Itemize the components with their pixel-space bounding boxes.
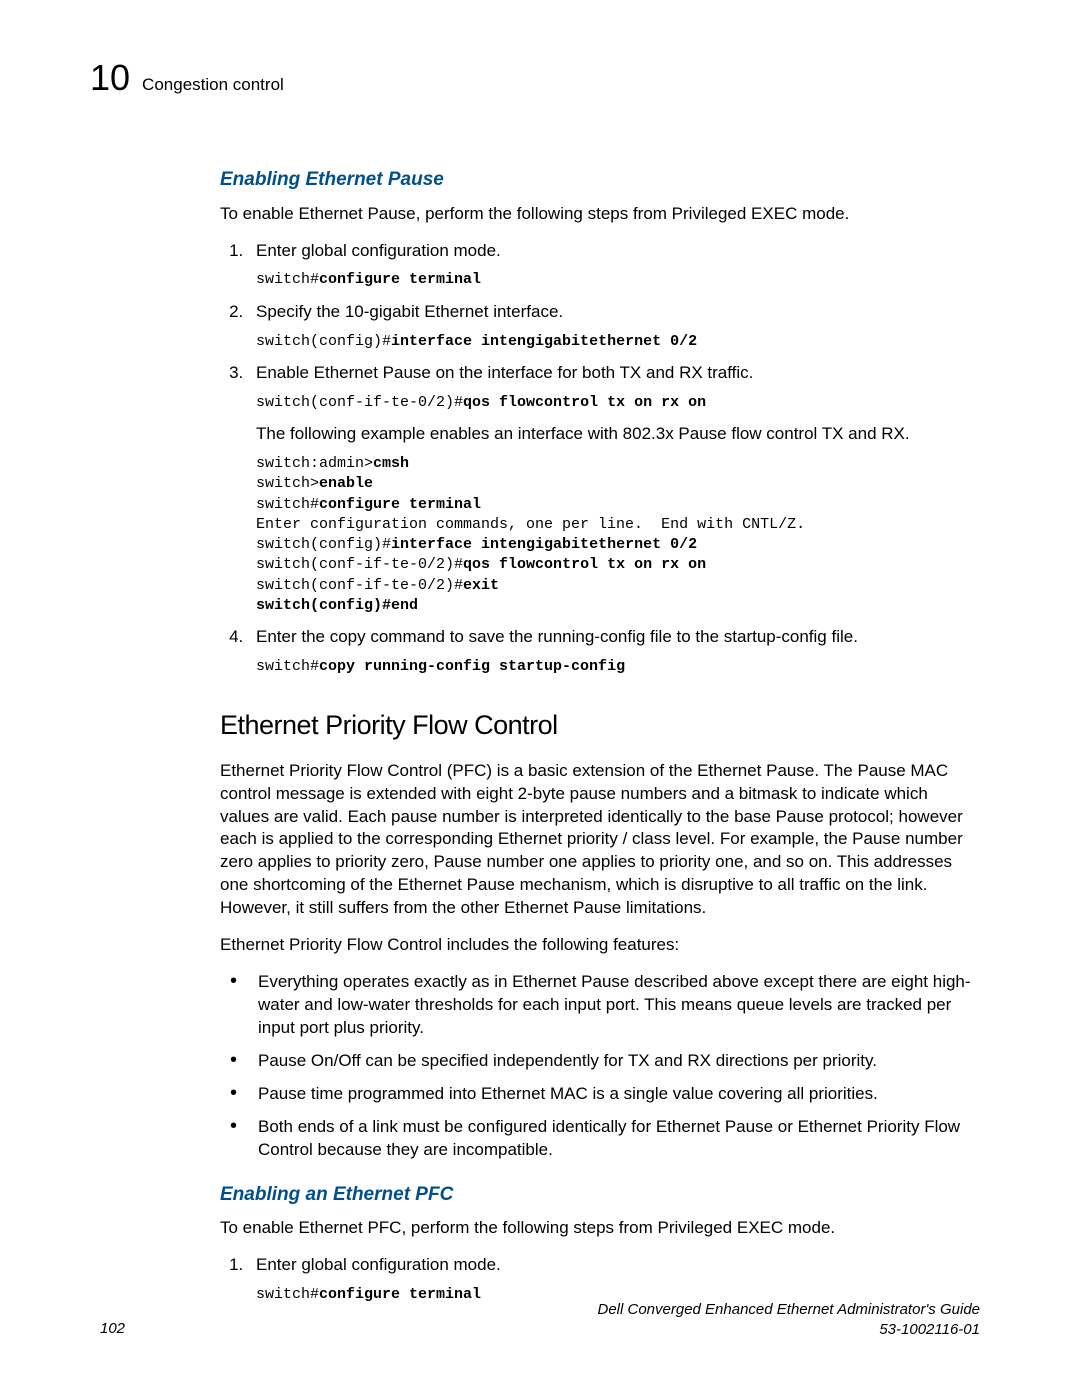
page: 10 Congestion control Enabling Ethernet …	[0, 0, 1080, 1397]
bullet-item: Pause time programmed into Ethernet MAC …	[248, 1083, 980, 1106]
code-bold: switch(config)#end	[256, 597, 418, 614]
code-bold: exit	[463, 577, 499, 594]
code-plain: switch(conf-if-te-0/2)#	[256, 577, 463, 594]
pause-step-3: Enable Ethernet Pause on the interface f…	[248, 362, 980, 616]
content: Enabling Ethernet Pause To enable Ethern…	[220, 167, 980, 1306]
code-plain: switch:admin>	[256, 455, 373, 472]
code-bold: configure terminal	[319, 496, 481, 513]
pfc-p2: Ethernet Priority Flow Control includes …	[220, 934, 980, 957]
pfc-step-1: Enter global configuration mode. switch#…	[248, 1254, 980, 1305]
pause-step-2-text: Specify the 10-gigabit Ethernet interfac…	[256, 301, 980, 324]
pause-step-3-code: switch(conf-if-te-0/2)#qos flowcontrol t…	[256, 393, 980, 413]
code-bold: copy running-config startup-config	[319, 658, 625, 675]
heading-pfc: Ethernet Priority Flow Control	[220, 707, 980, 743]
code-plain: switch#	[256, 658, 319, 675]
pfc-steps: Enter global configuration mode. switch#…	[220, 1254, 980, 1305]
code-bold: configure terminal	[319, 271, 481, 288]
code-plain: switch#	[256, 271, 319, 288]
pfc-p1: Ethernet Priority Flow Control (PFC) is …	[220, 760, 980, 921]
pause-step-4-text: Enter the copy command to save the runni…	[256, 626, 980, 649]
code-bold: qos flowcontrol tx on rx on	[463, 556, 706, 573]
code-bold: enable	[319, 475, 373, 492]
footer-doc-number: 53-1002116-01	[879, 1321, 980, 1338]
pfc-features: Everything operates exactly as in Ethern…	[220, 971, 980, 1162]
code-bold: interface intengigabitethernet 0/2	[391, 333, 697, 350]
bullet-item: Everything operates exactly as in Ethern…	[248, 971, 980, 1040]
code-plain: Enter configuration commands, one per li…	[256, 516, 805, 533]
code-plain: switch#	[256, 496, 319, 513]
bullet-item: Pause On/Off can be specified independen…	[248, 1050, 980, 1073]
code-plain: switch(config)#	[256, 333, 391, 350]
chapter-number: 10	[90, 60, 130, 96]
bullet-item: Both ends of a link must be configured i…	[248, 1116, 980, 1162]
pause-steps: Enter global configuration mode. switch#…	[220, 240, 980, 678]
code-plain: switch(config)#	[256, 536, 391, 553]
code-bold: qos flowcontrol tx on rx on	[463, 394, 706, 411]
pfc-intro: To enable Ethernet PFC, perform the foll…	[220, 1217, 980, 1240]
code-plain: switch(conf-if-te-0/2)#	[256, 556, 463, 573]
subheading-enabling-pfc: Enabling an Ethernet PFC	[220, 1182, 980, 1208]
running-head: 10 Congestion control	[90, 60, 980, 97]
pause-step-2: Specify the 10-gigabit Ethernet interfac…	[248, 301, 980, 352]
footer-guide-title: Dell Converged Enhanced Ethernet Adminis…	[597, 1301, 980, 1318]
footer: 102 Dell Converged Enhanced Ethernet Adm…	[100, 1300, 980, 1339]
code-bold: interface intengigabitethernet 0/2	[391, 536, 697, 553]
pause-step-2-code: switch(config)#interface intengigabiteth…	[256, 332, 980, 352]
pause-intro: To enable Ethernet Pause, perform the fo…	[220, 203, 980, 226]
pause-step-1-text: Enter global configuration mode.	[256, 240, 980, 263]
code-plain: switch>	[256, 475, 319, 492]
pause-step-4-code: switch#copy running-config startup-confi…	[256, 657, 980, 677]
pause-step-1: Enter global configuration mode. switch#…	[248, 240, 980, 291]
pause-step-1-code: switch#configure terminal	[256, 270, 980, 290]
code-plain: switch(conf-if-te-0/2)#	[256, 394, 463, 411]
pfc-step-1-text: Enter global configuration mode.	[256, 1254, 980, 1277]
pause-step-3-after: The following example enables an interfa…	[256, 423, 980, 446]
page-number: 102	[100, 1319, 125, 1339]
code-bold: cmsh	[373, 455, 409, 472]
pause-step-3-text: Enable Ethernet Pause on the interface f…	[256, 362, 980, 385]
chapter-title: Congestion control	[142, 74, 284, 97]
subheading-enabling-pause: Enabling Ethernet Pause	[220, 167, 980, 193]
pause-step-4: Enter the copy command to save the runni…	[248, 626, 980, 677]
pause-step-3-example: switch:admin>cmsh switch>enable switch#c…	[256, 454, 980, 616]
